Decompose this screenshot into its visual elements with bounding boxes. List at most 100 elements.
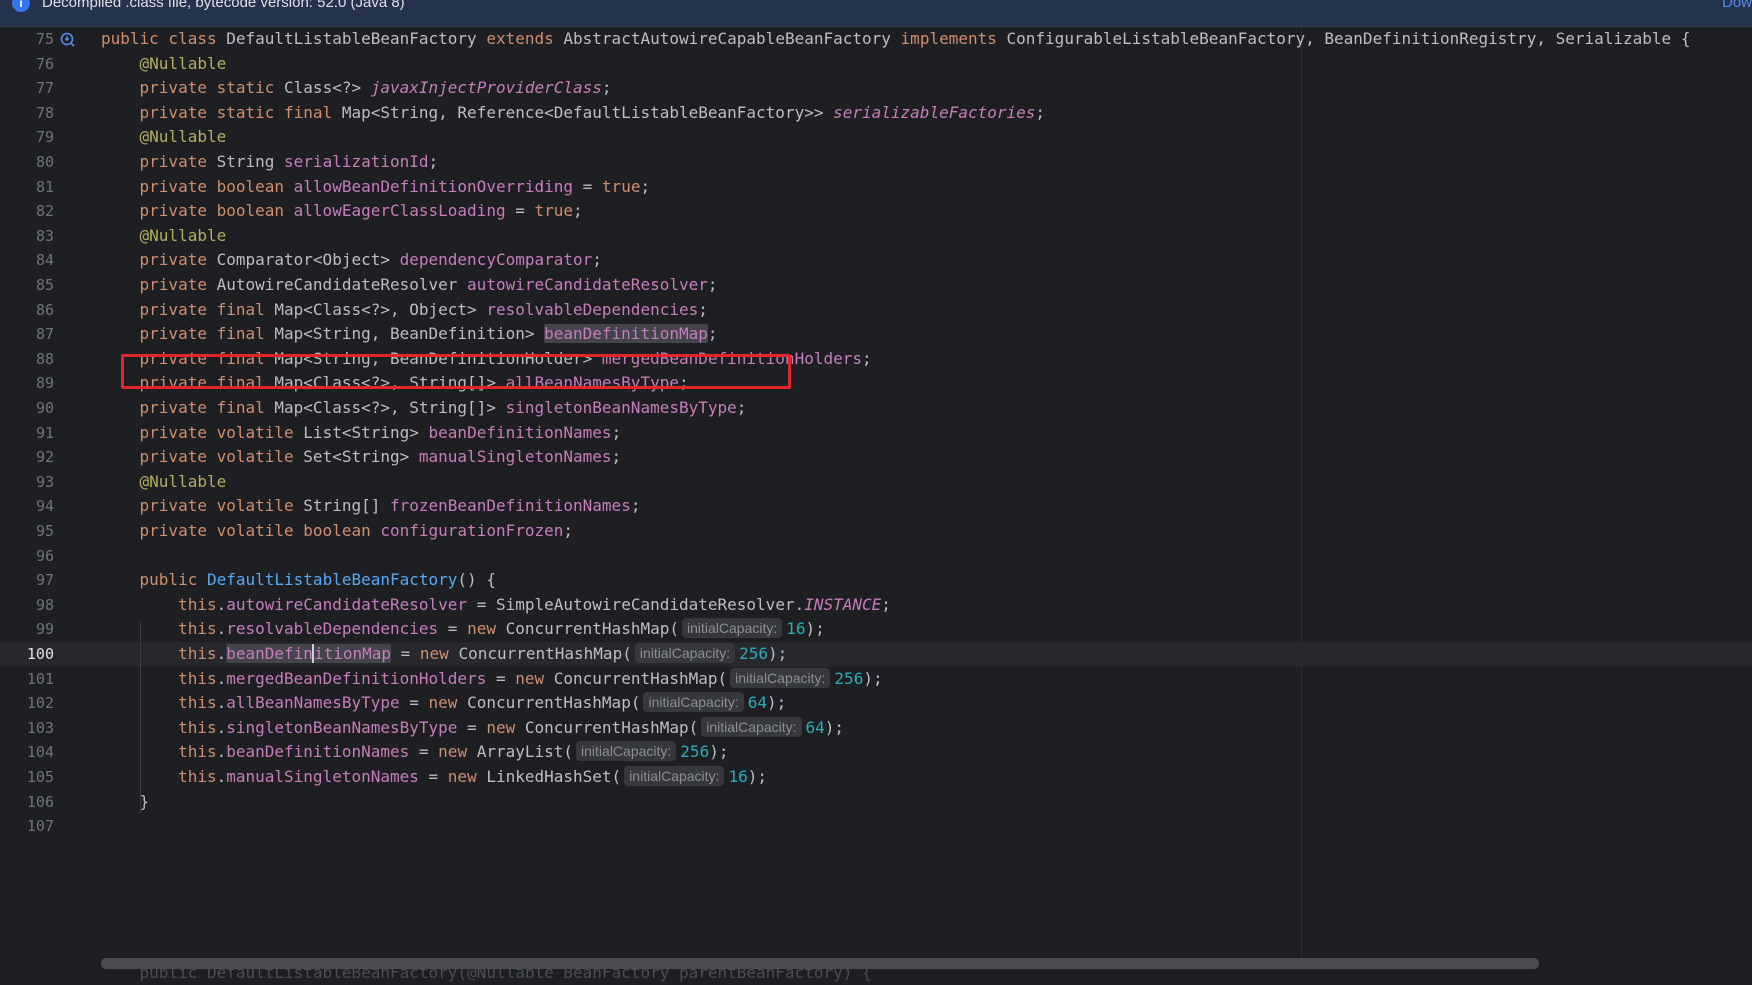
code-token: . — [216, 767, 227, 786]
code-line[interactable]: 105 this.manualSingletonNames = new Link… — [0, 765, 1752, 790]
code-line[interactable]: 106 } — [0, 790, 1752, 815]
code-line[interactable]: 99 this.resolvableDependencies = new Con… — [0, 617, 1752, 642]
code-line[interactable]: 103 this.singletonBeanNamesByType = new … — [0, 716, 1752, 741]
parameter-hint: initialCapacity: — [634, 643, 736, 663]
code-line[interactable]: 97 public DefaultListableBeanFactory() { — [0, 568, 1752, 593]
code-line[interactable]: 101 this.mergedBeanDefinitionHolders = n… — [0, 667, 1752, 692]
line-number: 77 — [35, 79, 54, 98]
code-text: private volatile String[] frozenBeanDefi… — [101, 494, 641, 519]
code-token: LinkedHashSet( — [486, 767, 622, 786]
code-token: ; — [707, 275, 718, 294]
parameter-hint: initialCapacity: — [624, 766, 725, 786]
code-line[interactable]: 82 private boolean allowEagerClassLoadin… — [0, 199, 1752, 224]
code-line[interactable]: 95 private volatile boolean configuratio… — [0, 519, 1752, 544]
code-token: private final — [139, 398, 275, 417]
code-line[interactable]: 81 private boolean allowBeanDefinitionOv… — [0, 175, 1752, 200]
code-line[interactable]: 96 — [0, 544, 1752, 569]
code-token: . — [216, 668, 227, 688]
code-line[interactable]: 98 this.autowireCandidateResolver = Simp… — [0, 593, 1752, 618]
code-text: private final Map<String, BeanDefinition… — [101, 322, 718, 347]
line-number: 76 — [35, 54, 54, 73]
implemented-interfaces-icon[interactable] — [60, 32, 76, 48]
code-text: this.autowireCandidateResolver = SimpleA… — [101, 593, 891, 618]
code-line[interactable]: 75 public class DefaultListableBeanFactor… — [0, 27, 1752, 52]
parameter-hint: initialCapacity: — [681, 618, 783, 639]
code-token: ; — [862, 348, 872, 368]
code-token: private static final — [139, 102, 342, 122]
code-token: private volatile — [139, 447, 304, 467]
code-line[interactable]: 107 — [0, 814, 1752, 839]
line-number: 91 — [35, 423, 54, 442]
code-text: this.beanDefinitionMap = new ConcurrentH… — [101, 642, 787, 667]
horizontal-scrollbar[interactable] — [101, 958, 1539, 969]
code-line[interactable]: 86 private final Map<Class<?>, Object> r… — [0, 298, 1752, 323]
code-line[interactable]: 92 private volatile Set<String> manualSi… — [0, 445, 1752, 470]
code-text: private AutowireCandidateResolver autowi… — [101, 273, 718, 298]
code-text: private final Map<Class<?>, Object> reso… — [101, 298, 708, 323]
code-token: . — [216, 742, 227, 762]
code-token: private — [139, 152, 217, 171]
code-token: this — [178, 594, 217, 614]
code-token: this — [178, 767, 217, 786]
line-number: 99 — [35, 620, 54, 639]
code-token: singletonBeanNamesByType — [226, 717, 458, 737]
code-line[interactable]: 102 this.allBeanNamesByType = new Concur… — [0, 691, 1752, 716]
code-token: ; — [428, 152, 439, 171]
line-number: 92 — [35, 448, 54, 467]
code-line[interactable]: 77 private static Class<?> javaxInjectPr… — [0, 76, 1752, 101]
code-token: allBeanNamesByType — [226, 693, 400, 713]
code-token: resolvableDependencies — [486, 299, 699, 319]
code-token: new — [486, 717, 525, 737]
code-line[interactable]: 94 private volatile String[] frozenBeanD… — [0, 494, 1752, 519]
code-token: new — [515, 668, 554, 688]
download-sources-link[interactable]: Dow — [1722, 0, 1752, 11]
code-line[interactable]: 80 private String serializationId; — [0, 150, 1752, 175]
code-line[interactable]: 78 private static final Map<String, Refe… — [0, 101, 1752, 126]
code-token: } — [101, 791, 150, 811]
code-line[interactable]: 87 private final Map<String, BeanDefinit… — [0, 322, 1752, 347]
code-token: 256 — [680, 742, 710, 762]
code-line[interactable]: 76 @Nullable — [0, 52, 1752, 77]
code-token: ArrayList( — [476, 742, 574, 762]
code-token: AbstractAutowireCapableBeanFactory — [563, 29, 901, 48]
code-line[interactable]: 84 private Comparator<Object> dependency… — [0, 248, 1752, 273]
code-token: new — [438, 742, 477, 762]
code-line[interactable]: 83 @Nullable — [0, 224, 1752, 249]
code-token: new — [419, 644, 459, 663]
code-token: itionMap — [313, 644, 391, 663]
code-line[interactable]: 79 @Nullable — [0, 125, 1752, 150]
code-line[interactable]: 100 this.beanDefinitionMap = new Concurr… — [0, 642, 1752, 667]
code-text: } — [101, 790, 150, 815]
code-token: javaxInjectProviderClass — [370, 78, 602, 98]
code-text: private String serializationId; — [101, 150, 439, 175]
code-line[interactable]: 85 private AutowireCandidateResolver aut… — [0, 273, 1752, 298]
code-token: = — [457, 717, 487, 737]
code-line[interactable]: 104 this.beanDefinitionNames = new Array… — [0, 740, 1752, 765]
banner-text: Decompiled .class file, bytecode version… — [42, 0, 405, 11]
code-text: public class DefaultListableBeanFactory … — [101, 27, 1690, 52]
code-token: ; — [881, 594, 891, 614]
code-text: this.mergedBeanDefinitionHolders = new C… — [101, 667, 883, 692]
red-highlight-box — [121, 354, 791, 389]
code-token: autowireCandidateResolver — [467, 275, 708, 294]
code-line[interactable]: 90 private final Map<Class<?>, String[]>… — [0, 396, 1752, 421]
code-token: private final — [139, 324, 275, 344]
code-text: @Nullable — [101, 470, 227, 495]
code-editor[interactable]: 75 public class DefaultListableBeanFactor… — [0, 27, 1752, 982]
code-token: ; — [563, 521, 574, 540]
code-token: Class<?> — [284, 78, 371, 98]
code-token: new — [428, 693, 468, 713]
code-line[interactable]: 93 @Nullable — [0, 470, 1752, 495]
code-line[interactable]: 91 private volatile List<String> beanDef… — [0, 421, 1752, 446]
decompiled-notice-banner: i Decompiled .class file, bytecode versi… — [0, 0, 1752, 27]
parameter-hint: initialCapacity: — [701, 716, 802, 737]
